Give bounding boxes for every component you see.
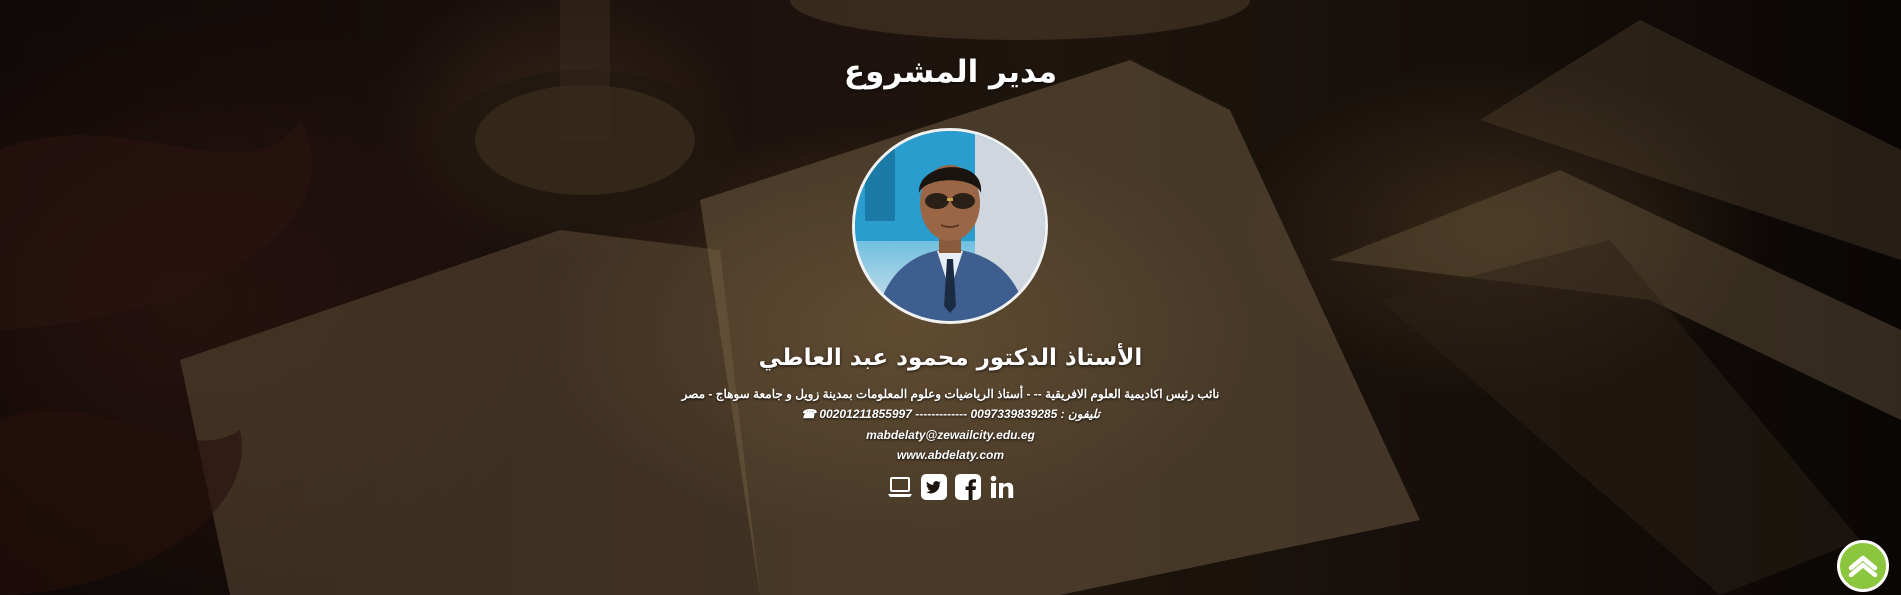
phone-numbers: تليفون : 0097339839285 ------------- 002… — [819, 407, 1100, 421]
scroll-to-top-button[interactable] — [1837, 540, 1889, 592]
social-links — [0, 474, 1901, 500]
project-manager-section: مدير المشروع الأستاذ الدكتور محمود عبد ا… — [0, 0, 1901, 595]
person-phone: ☎ تليفون : 0097339839285 ------------- 0… — [0, 406, 1901, 422]
person-website[interactable]: www.abdelaty.com — [0, 447, 1901, 463]
person-email[interactable]: mabdelaty@zewailcity.edu.eg — [0, 427, 1901, 443]
linkedin-icon[interactable] — [989, 474, 1015, 500]
chevron-up-icon — [1848, 555, 1878, 577]
person-position: نائب رئيس اكاديمية العلوم الافريقية -- -… — [681, 387, 1220, 401]
avatar — [852, 128, 1048, 324]
phone-icon: ☎ — [801, 407, 816, 421]
section-title: مدير المشروع — [843, 54, 1058, 90]
person-name: الأستاذ الدكتور محمود عبد العاطي — [758, 345, 1143, 371]
portrait-image — [855, 131, 1045, 321]
laptop-icon[interactable] — [887, 474, 913, 500]
twitter-icon[interactable] — [920, 474, 947, 500]
facebook-icon[interactable] — [954, 474, 981, 500]
